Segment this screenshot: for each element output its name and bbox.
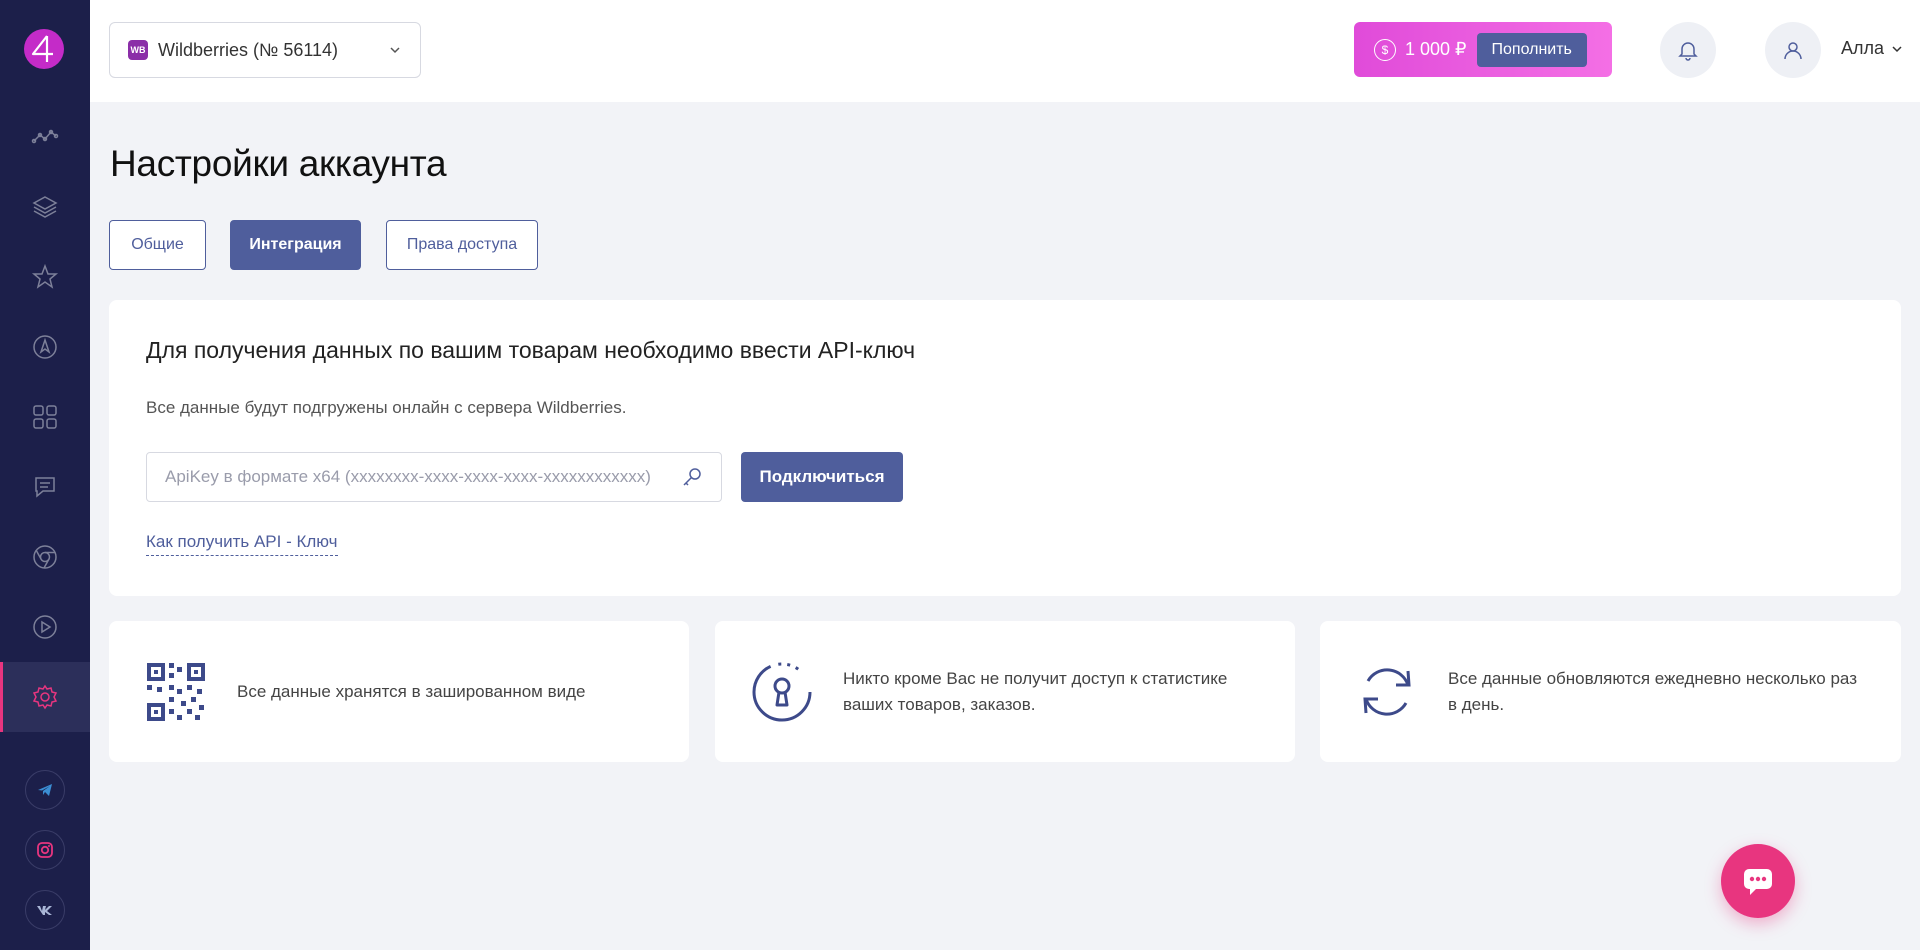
sidebar-item-layers[interactable] xyxy=(0,172,90,242)
integration-card: Для получения данных по вашим товарам не… xyxy=(109,300,1901,596)
sidebar-item-messages[interactable] xyxy=(0,452,90,522)
coin-icon: $ xyxy=(1374,38,1396,61)
chrome-icon xyxy=(33,545,57,569)
api-key-input[interactable] xyxy=(165,467,681,487)
settings-tabs: Общие Интеграция Права доступа xyxy=(109,220,538,270)
play-icon xyxy=(33,615,57,639)
layers-icon xyxy=(32,196,58,218)
sidebar-item-favorites[interactable] xyxy=(0,242,90,312)
sidebar-item-settings[interactable] xyxy=(0,662,90,732)
sidebar-item-extension[interactable] xyxy=(0,522,90,592)
balance-amount: 1 000 ₽ xyxy=(1405,39,1467,59)
instagram-icon xyxy=(37,842,53,858)
sidebar xyxy=(0,0,90,950)
sidebar-item-dashboard[interactable] xyxy=(0,382,90,452)
bell-icon xyxy=(1678,42,1698,61)
grid-icon xyxy=(33,405,57,429)
star-icon xyxy=(31,263,59,289)
user-icon xyxy=(1784,42,1802,60)
analytics-icon xyxy=(31,129,59,144)
tab-access-rights[interactable]: Права доступа xyxy=(386,220,538,270)
feature-card-encryption: Все данные хранятся в зашированном виде xyxy=(109,621,689,762)
vk-icon xyxy=(37,906,52,915)
tab-integration[interactable]: Интеграция xyxy=(230,220,361,270)
compass-icon xyxy=(33,335,57,359)
store-name: Wildberries (№ 56114) xyxy=(158,39,339,60)
feature-text: Все данные обновляются ежедневно несколь… xyxy=(1448,668,1857,714)
api-key-help-link[interactable]: Как получить API - Ключ xyxy=(146,532,338,556)
vk-link[interactable] xyxy=(25,890,65,930)
feature-text: Все данные хранятся в зашированном виде xyxy=(237,681,586,701)
key-icon xyxy=(683,468,701,486)
user-name: Алла xyxy=(1841,38,1885,58)
logo-icon xyxy=(31,35,53,62)
chat-icon xyxy=(35,477,55,498)
chat-bubble-icon xyxy=(1744,869,1772,895)
topup-button[interactable]: Пополнить xyxy=(1476,32,1587,67)
instagram-link[interactable] xyxy=(25,830,65,870)
balance-widget: $ 1 000 ₽ Пополнить xyxy=(1354,22,1612,77)
tab-general[interactable]: Общие xyxy=(109,220,206,270)
chevron-down-icon xyxy=(390,47,400,54)
feature-card-privacy: Никто кроме Вас не получит доступ к стат… xyxy=(715,621,1295,762)
qr-code-icon xyxy=(147,662,205,721)
support-chat-button[interactable] xyxy=(1721,844,1795,918)
wildberries-badge: WB xyxy=(128,40,148,60)
connect-button[interactable]: Подключиться xyxy=(741,452,903,502)
keyhole-icon xyxy=(752,662,812,721)
feature-text: Никто кроме Вас не получит доступ к стат… xyxy=(843,668,1228,714)
page-title: Настройки аккаунта xyxy=(110,143,447,184)
sidebar-item-analytics[interactable] xyxy=(0,102,90,172)
store-selector[interactable]: WB Wildberries (№ 56114) xyxy=(109,22,421,78)
app-logo[interactable] xyxy=(24,29,64,69)
telegram-icon xyxy=(38,784,52,796)
user-avatar[interactable] xyxy=(1765,22,1821,78)
feature-card-updates: Все данные обновляются ежедневно несколь… xyxy=(1320,621,1901,762)
chevron-down-icon xyxy=(1892,45,1902,52)
sidebar-item-video[interactable] xyxy=(0,592,90,662)
user-menu[interactable]: Алла xyxy=(1841,38,1904,59)
refresh-icon xyxy=(1363,667,1411,716)
integration-heading: Для получения данных по вашим товарам не… xyxy=(146,337,916,363)
sidebar-item-navigation[interactable] xyxy=(0,312,90,382)
top-header: WB Wildberries (№ 56114) $ 1 000 ₽ Попол… xyxy=(90,0,1920,102)
telegram-link[interactable] xyxy=(25,770,65,810)
settings-icon xyxy=(32,684,58,710)
api-key-field xyxy=(146,452,722,502)
notifications-button[interactable] xyxy=(1660,22,1716,78)
integration-subtitle: Все данные будут подгружены онлайн с сер… xyxy=(146,398,627,417)
